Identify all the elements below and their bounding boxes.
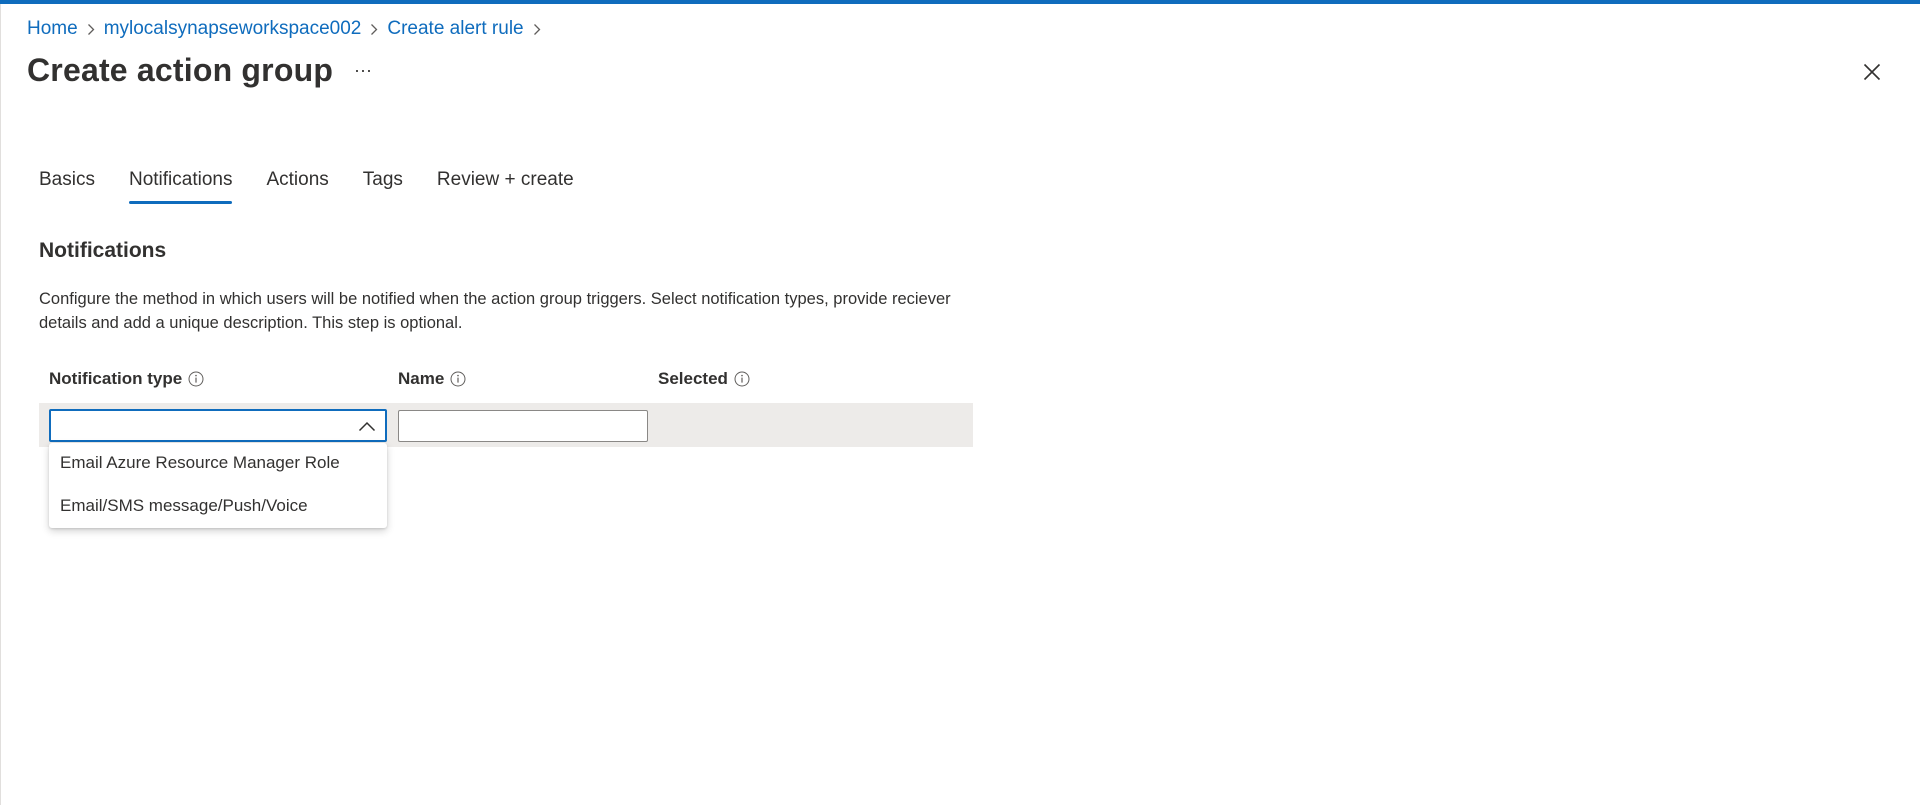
tab-basics[interactable]: Basics: [39, 166, 95, 206]
notification-type-dropdown[interactable]: [49, 409, 387, 442]
info-icon[interactable]: [450, 371, 466, 387]
section-description: Configure the method in which users will…: [39, 290, 951, 332]
tab-notifications[interactable]: Notifications: [128, 166, 232, 206]
section-title: Notifications: [39, 239, 167, 262]
column-header-label: Selected: [658, 369, 728, 388]
chevron-right-icon: [87, 23, 95, 36]
tab-review-create[interactable]: Review + create: [437, 166, 574, 206]
column-header-notification-type: Notification type: [49, 366, 204, 392]
column-header-label: Name: [398, 369, 445, 388]
notification-type-options: Email Azure Resource Manager Role Email/…: [49, 443, 387, 528]
name-input[interactable]: [398, 410, 648, 442]
chevron-up-icon: [358, 421, 376, 432]
breadcrumb-home[interactable]: Home: [27, 18, 78, 40]
option-email-sms-push-voice[interactable]: Email/SMS message/Push/Voice: [60, 496, 308, 516]
tab-tags[interactable]: Tags: [363, 166, 403, 206]
left-divider: [0, 4, 1, 805]
breadcrumb: Home mylocalsynapseworkspace002 Create a…: [27, 17, 550, 41]
page-title: Create action group: [27, 52, 334, 88]
tab-actions[interactable]: Actions: [266, 166, 328, 206]
info-icon[interactable]: [734, 371, 750, 387]
column-header-selected: Selected: [658, 366, 750, 392]
chevron-right-icon: [533, 23, 541, 36]
close-button[interactable]: [1860, 60, 1884, 84]
chevron-right-icon: [370, 23, 378, 36]
column-header-label: Notification type: [49, 369, 183, 388]
top-accent-bar: [0, 0, 1920, 4]
breadcrumb-workspace[interactable]: mylocalsynapseworkspace002: [104, 18, 362, 40]
column-header-name: Name: [398, 366, 466, 392]
info-icon[interactable]: [188, 371, 204, 387]
close-icon: [1863, 63, 1881, 81]
tab-bar: Basics Notifications Actions Tags Review…: [39, 166, 608, 206]
breadcrumb-create-alert-rule[interactable]: Create alert rule: [387, 18, 523, 40]
more-options-button[interactable]: ···: [350, 58, 376, 82]
option-email-arm-role[interactable]: Email Azure Resource Manager Role: [60, 453, 340, 473]
